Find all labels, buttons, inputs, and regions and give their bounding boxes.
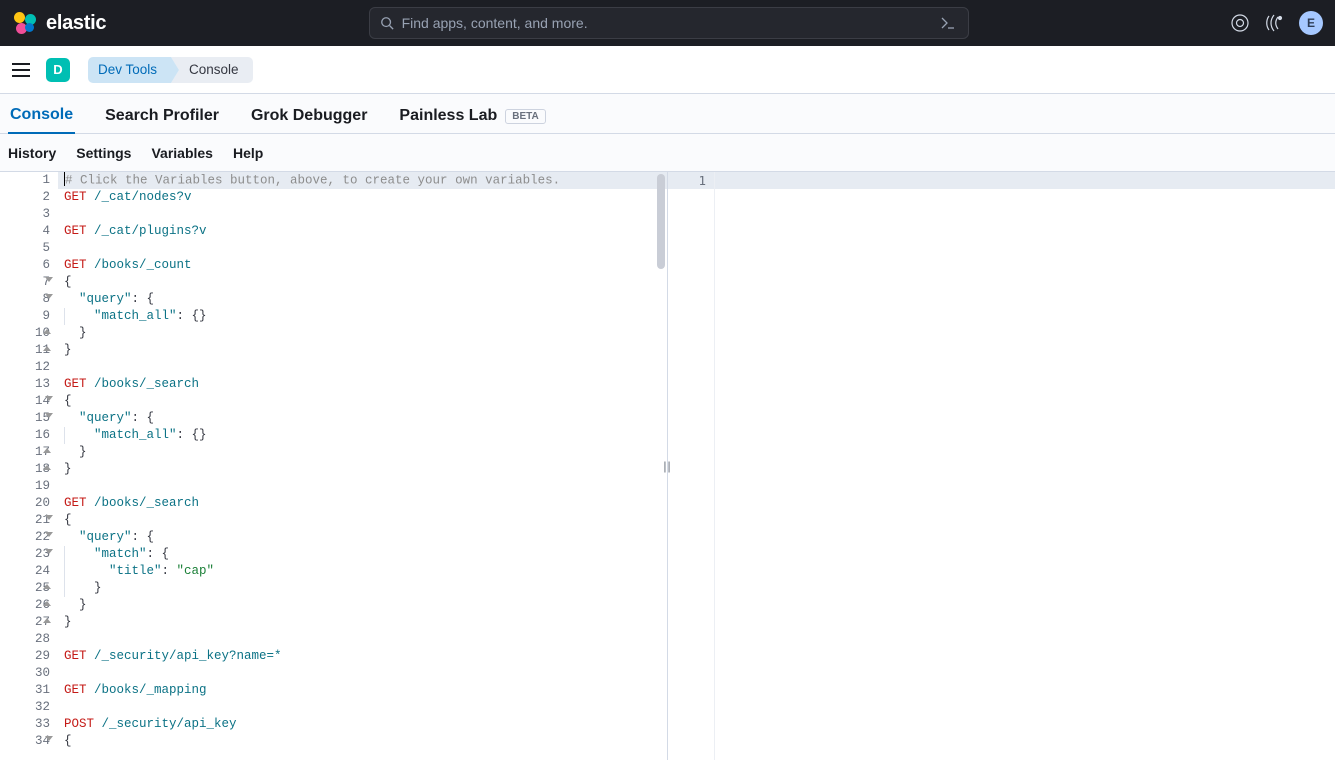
help-icon[interactable] [1231,14,1249,32]
tab-painless-lab[interactable]: Painless Lab BETA [397,99,547,133]
menu-help[interactable]: Help [233,145,263,161]
search-input[interactable] [402,15,930,31]
editor-split: 1234567891011121314151617181920212223242… [0,172,1335,760]
menu-variables[interactable]: Variables [151,145,213,161]
search-icon [380,16,394,30]
user-avatar[interactable]: E [1299,11,1323,35]
output-body [714,172,1335,760]
console-menu: History Settings Variables Help [0,134,1335,172]
beta-badge: BETA [505,109,545,124]
breadcrumb-devtools[interactable]: Dev Tools [88,57,171,83]
pane-splitter[interactable]: || [663,459,671,473]
newsfeed-icon[interactable] [1265,14,1283,32]
output-gutter: 1 [668,172,714,760]
menu-settings[interactable]: Settings [76,145,131,161]
space-selector[interactable]: D [46,58,70,82]
breadcrumb-console[interactable]: Console [171,57,253,83]
request-code[interactable]: # Click the Variables button, above, to … [58,172,667,760]
nav-toggle-button[interactable] [12,58,36,82]
keyboard-shortcut-icon [938,15,958,31]
scrollbar-thumb[interactable] [657,174,665,269]
tab-grok-debugger[interactable]: Grok Debugger [249,99,369,133]
response-pane[interactable]: 1 [668,172,1335,760]
devtools-tabs: Console Search Profiler Grok Debugger Pa… [0,94,1335,134]
brand-text: elastic [46,12,106,35]
sub-header: D Dev Tools Console [0,46,1335,94]
tab-search-profiler[interactable]: Search Profiler [103,99,221,133]
line-gutter: 1234567891011121314151617181920212223242… [0,172,58,760]
global-search[interactable] [369,7,969,39]
request-editor[interactable]: 1234567891011121314151617181920212223242… [0,172,668,760]
breadcrumb: Dev Tools Console [88,57,253,83]
top-bar: elastic E [0,0,1335,46]
tab-console[interactable]: Console [8,98,75,134]
menu-history[interactable]: History [8,145,56,161]
elastic-logo-icon [14,12,36,34]
